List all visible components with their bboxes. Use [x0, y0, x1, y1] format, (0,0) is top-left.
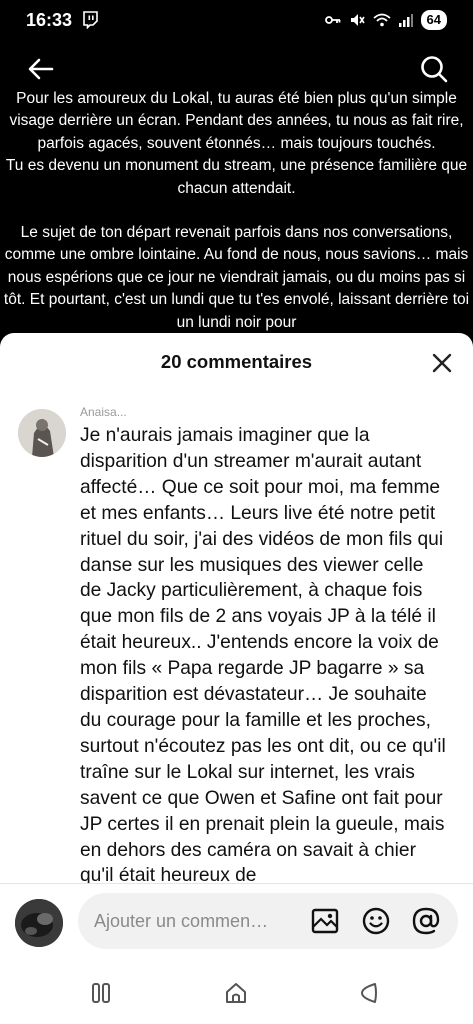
wifi-icon [372, 13, 391, 27]
key-icon [324, 16, 340, 24]
comments-title: 20 commentaires [160, 351, 313, 372]
description-paragraph: Le sujet de ton départ revenait parfois … [3, 224, 470, 331]
home-icon[interactable] [223, 980, 249, 1006]
comment-username[interactable]: Anaisa... [80, 405, 127, 419]
avatar [15, 899, 63, 947]
avatar[interactable] [18, 409, 66, 457]
twitch-icon [83, 11, 98, 29]
close-icon[interactable] [431, 352, 453, 374]
recent-apps-icon[interactable] [89, 980, 115, 1006]
status-time: 16:33 [26, 10, 73, 30]
comment-input[interactable] [94, 893, 299, 949]
divider [0, 883, 473, 884]
signal-icon [398, 14, 413, 27]
comment-composer [78, 893, 458, 949]
battery-indicator: 64 [420, 10, 447, 30]
comment-text: Je n'aurais jamais imaginer que la dispa… [80, 425, 446, 883]
back-icon[interactable] [356, 980, 382, 1006]
back-arrow-icon[interactable] [26, 54, 56, 84]
description-paragraph: Pour les amoureux du Lokal, tu auras été… [9, 90, 464, 152]
mute-icon [350, 14, 365, 26]
status-bar: 16:33 64 [0, 0, 473, 42]
image-icon[interactable] [310, 906, 340, 936]
description-paragraph: Tu es devenu un monument du stream, une … [5, 157, 468, 197]
comments-sheet: 20 commentaires Anaisa... Je n'aurais ja… [0, 333, 473, 1024]
search-icon[interactable] [419, 54, 449, 84]
comments-list[interactable]: Anaisa... Je n'aurais jamais imaginer qu… [0, 403, 473, 883]
mention-icon[interactable] [411, 906, 441, 936]
post-description: Pour les amoureux du Lokal, tu auras été… [0, 88, 473, 334]
system-navbar [0, 958, 473, 1024]
emoji-icon[interactable] [361, 906, 391, 936]
